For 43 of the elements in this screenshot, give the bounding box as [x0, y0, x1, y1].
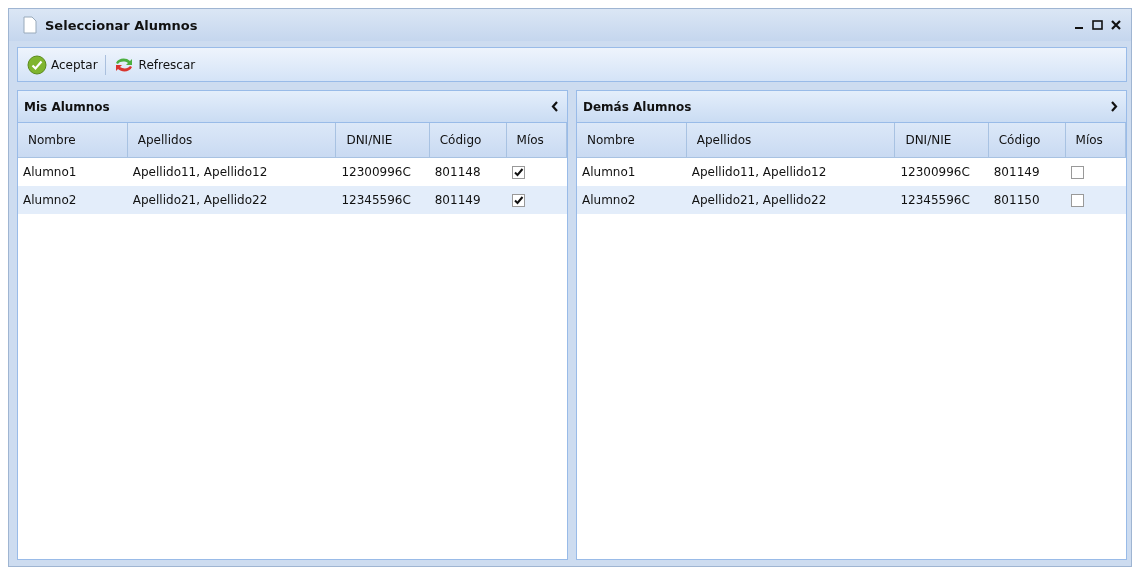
- table-cell-text: 801148: [433, 165, 482, 179]
- table-cell-text: Apellido11, Apellido12: [131, 165, 269, 179]
- chevron-left-icon[interactable]: [551, 101, 559, 112]
- checkbox[interactable]: [511, 193, 525, 207]
- table-row[interactable]: Alumno2 Apellido21, Apellido22 12345596C 801149: [18, 186, 567, 214]
- close-icon[interactable]: [1111, 20, 1121, 30]
- checkbox[interactable]: [511, 165, 525, 179]
- column-header[interactable]: Apellidos: [127, 123, 337, 158]
- panel-title: Mis Alumnos: [24, 99, 111, 114]
- table-cell-text: 12345596C: [340, 193, 412, 207]
- column-header[interactable]: Código: [988, 123, 1066, 158]
- column-header[interactable]: DNI/NIE: [336, 123, 430, 158]
- checkbox[interactable]: [1070, 193, 1084, 207]
- table-cell-text: Alumno1: [581, 165, 637, 179]
- maximize-icon[interactable]: [1092, 20, 1103, 30]
- table-cell-text: 801150: [992, 193, 1041, 207]
- column-header[interactable]: Míos: [1065, 123, 1126, 158]
- panel-title: Demás Alumnos: [583, 99, 693, 114]
- accept-button[interactable]: Aceptar: [24, 52, 101, 77]
- window-title: Seleccionar Alumnos: [45, 17, 199, 33]
- column-header[interactable]: Míos: [506, 123, 567, 158]
- table-cell-text: 12345596C: [899, 193, 971, 207]
- column-header[interactable]: Nombre: [18, 123, 128, 158]
- column-header[interactable]: DNI/NIE: [895, 123, 989, 158]
- column-header[interactable]: Apellidos: [686, 123, 896, 158]
- table-cell-text: 12300996C: [340, 165, 412, 179]
- document-icon: [23, 16, 37, 34]
- chevron-right-icon[interactable]: [1110, 101, 1118, 112]
- table-cell-text: Alumno2: [22, 193, 78, 207]
- table-row[interactable]: Alumno2 Apellido21, Apellido22 12345596C 801150: [577, 186, 1126, 214]
- table-cell-text: Apellido21, Apellido22: [131, 193, 269, 207]
- table-cell-text: 801149: [992, 165, 1041, 179]
- check-circle-icon: [27, 54, 47, 75]
- table-cell-text: Alumno2: [581, 193, 637, 207]
- table-cell-text: 801149: [433, 193, 482, 207]
- table-cell-text: Apellido21, Apellido22: [690, 193, 828, 207]
- table-cell-text: Apellido11, Apellido12: [690, 165, 828, 179]
- checkbox[interactable]: [1070, 165, 1084, 179]
- table-cell-text: Alumno1: [22, 165, 78, 179]
- refresh-button[interactable]: Refrescar: [109, 52, 199, 77]
- column-header[interactable]: Código: [429, 123, 507, 158]
- column-header[interactable]: Nombre: [577, 123, 687, 158]
- table-cell-text: 12300996C: [899, 165, 971, 179]
